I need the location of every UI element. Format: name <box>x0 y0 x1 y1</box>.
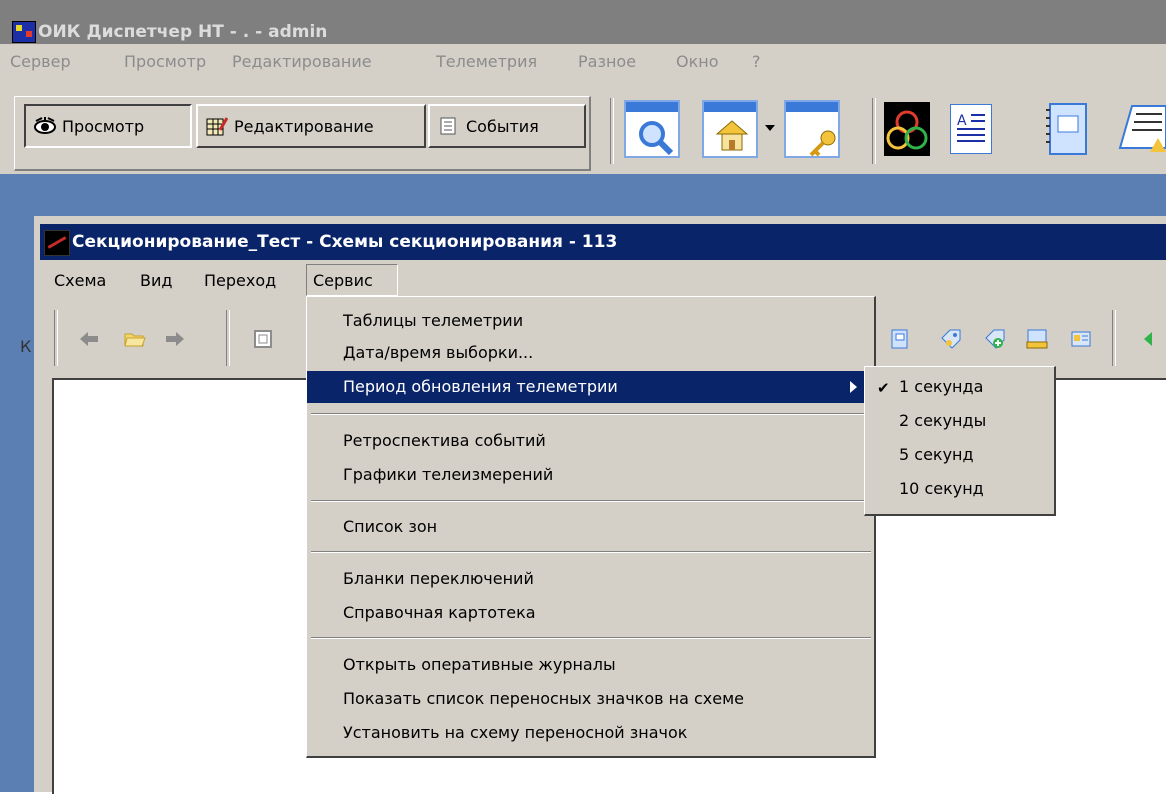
menu-item-reference-index[interactable]: Справочная картотека <box>307 597 871 629</box>
menu-item-open-journals[interactable]: Открыть оперативные журналы <box>307 649 871 681</box>
menu-item-sample-datetime[interactable]: Дата/время выборки... <box>307 337 871 369</box>
tab-view[interactable]: Просмотр <box>24 104 192 148</box>
notebook-small-icon[interactable] <box>888 328 910 350</box>
document-button[interactable]: A <box>950 104 992 154</box>
toolbar-clipped-label: К <box>20 337 32 356</box>
form-icon <box>1118 105 1166 152</box>
tab-events[interactable]: События <box>428 104 586 148</box>
app-menu-help[interactable]: ? <box>752 52 761 71</box>
menu-separator <box>311 637 871 639</box>
menu-item-zone-list[interactable]: Список зон <box>307 511 871 543</box>
green-arrow-icon[interactable] <box>1140 328 1162 350</box>
menu-separator <box>311 413 871 415</box>
menu-separator <box>311 500 871 502</box>
journal-button[interactable] <box>1044 102 1090 156</box>
report-button[interactable] <box>1118 102 1166 156</box>
app-menu-telemetry[interactable]: Телеметрия <box>436 52 537 71</box>
scheme-button[interactable] <box>884 102 930 156</box>
toolbar-separator-2 <box>872 98 876 164</box>
submenu-item-5-seconds[interactable]: 5 секунд <box>865 437 1051 471</box>
home-icon <box>715 120 749 151</box>
eye-icon <box>34 116 56 136</box>
submenu-arrow-icon <box>850 381 857 393</box>
edit-table-icon <box>206 116 229 136</box>
tab-edit[interactable]: Редактирование <box>196 104 426 148</box>
app-logo-icon <box>12 21 36 43</box>
arrow-right-icon[interactable] <box>164 328 186 350</box>
menu-item-telemeasurement-graphs[interactable]: Графики телеизмерений <box>307 459 871 491</box>
app-menu-server[interactable]: Сервер <box>10 52 71 71</box>
menu-item-show-portable-signs[interactable]: Показать список переносных значков на сх… <box>307 683 871 715</box>
submenu-item-label: 1 секунда <box>899 377 984 396</box>
svg-text:A: A <box>957 113 967 129</box>
printer-icon[interactable] <box>1026 328 1048 350</box>
update-period-submenu: ✔ 1 секунда 2 секунды 5 секунд 10 секунд <box>864 366 1056 516</box>
frame-icon[interactable] <box>252 328 274 350</box>
menu-item-place-portable-sign[interactable]: Установить на схему переносной значок <box>307 717 871 749</box>
document-title: Секционирование_Тест - Схемы секциониров… <box>72 232 618 252</box>
id-card-icon[interactable] <box>1070 328 1092 350</box>
magnifier-icon <box>639 121 674 156</box>
submenu-item-1-second[interactable]: ✔ 1 секунда <box>865 369 1051 403</box>
menu-separator <box>311 551 871 553</box>
menu-item-switching-forms[interactable]: Бланки переключений <box>307 563 871 595</box>
menu-service[interactable]: Сервис <box>306 264 398 296</box>
chevron-down-icon[interactable] <box>764 124 776 132</box>
home-window-button[interactable] <box>702 100 758 158</box>
submenu-item-2-seconds[interactable]: 2 секунды <box>865 403 1051 437</box>
app-menu-view[interactable]: Просмотр <box>124 52 206 71</box>
service-menu-dropdown: Таблицы телеметрии Дата/время выборки...… <box>306 296 876 758</box>
checkmark-icon: ✔ <box>877 379 890 397</box>
menu-item-telemetry-tables[interactable]: Таблицы телеметрии <box>307 305 871 337</box>
circuit-icon <box>886 110 928 150</box>
toolbar-separator-4 <box>1112 310 1116 366</box>
toolbar-separator-3 <box>226 310 230 366</box>
key-icon <box>809 130 836 156</box>
app-menubar: Сервер Просмотр Редактирование Телеметри… <box>0 44 1166 86</box>
app-menu-edit[interactable]: Редактирование <box>232 52 372 71</box>
menu-item-update-period-label: Период обновления телеметрии <box>343 377 618 396</box>
tag-icon[interactable] <box>940 328 962 350</box>
app-menu-window[interactable]: Окно <box>676 52 719 71</box>
tab-edit-label: Редактирование <box>234 116 374 136</box>
folder-open-icon[interactable] <box>124 328 146 350</box>
tab-view-label: Просмотр <box>62 116 145 136</box>
text-document-icon: A <box>957 113 985 142</box>
tab-events-label: События <box>466 116 539 136</box>
notebook-icon <box>1046 103 1087 155</box>
scheme-app-icon <box>44 230 70 256</box>
app-menu-misc[interactable]: Разное <box>578 52 636 71</box>
toolbar-separator <box>610 98 614 164</box>
toolbar-grip <box>54 310 58 366</box>
list-icon <box>438 116 460 136</box>
search-window-button[interactable] <box>624 100 680 158</box>
submenu-item-10-seconds[interactable]: 10 секунд <box>865 471 1051 505</box>
arrow-left-icon[interactable] <box>78 328 100 350</box>
app-title: ОИК Диспетчер НТ - . - admin <box>38 22 328 42</box>
tag-add-icon[interactable] <box>984 328 1006 350</box>
menu-item-update-period[interactable]: Период обновления телеметрии <box>307 371 871 403</box>
menu-navigate[interactable]: Переход <box>204 271 276 290</box>
key-window-button[interactable] <box>784 100 840 158</box>
menu-scheme[interactable]: Схема <box>54 271 106 290</box>
menu-item-events-retrospective[interactable]: Ретроспектива событий <box>307 425 871 457</box>
menu-view[interactable]: Вид <box>140 271 172 290</box>
